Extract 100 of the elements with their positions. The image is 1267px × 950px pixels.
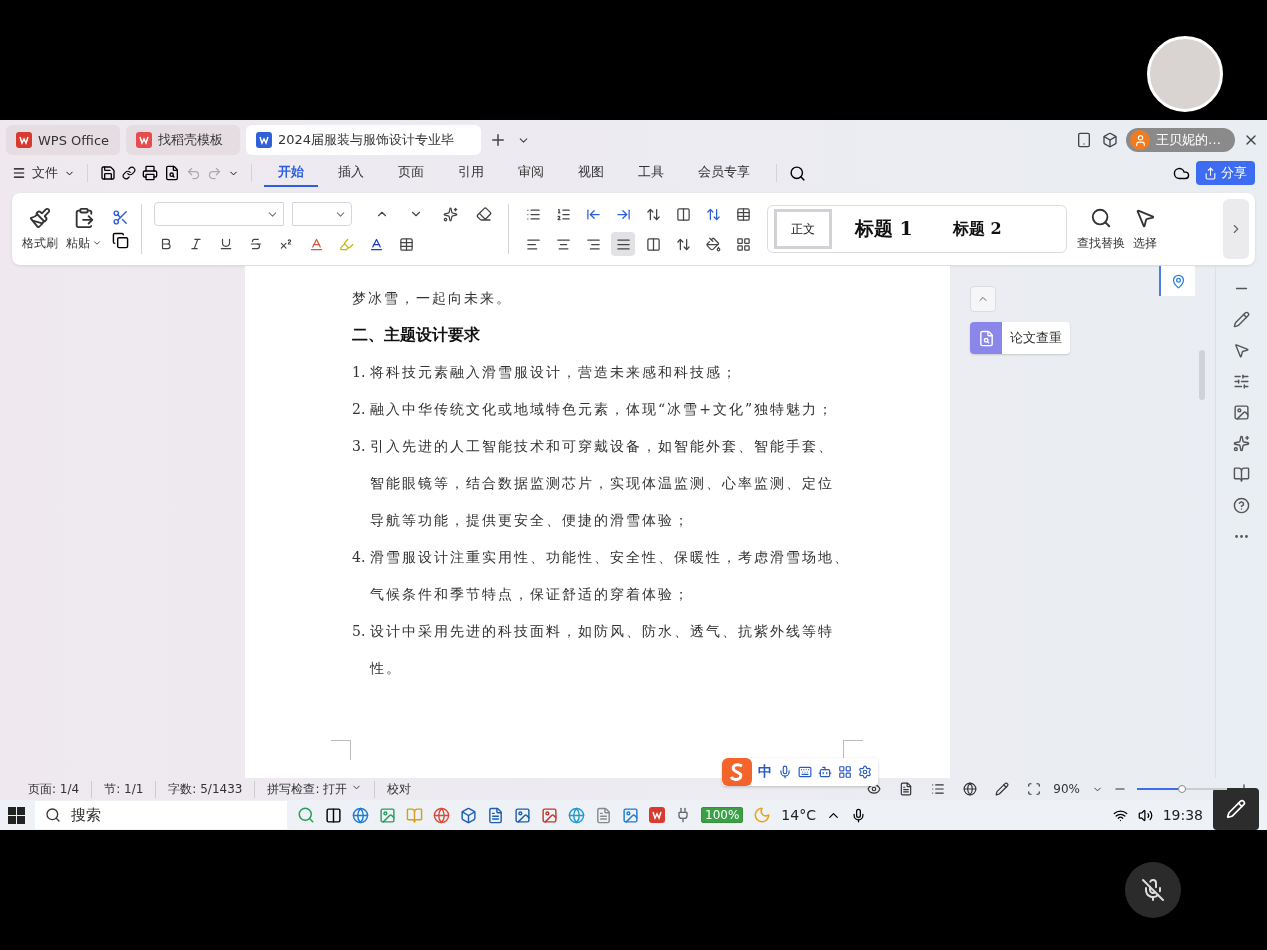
window-tab[interactable]: WPS Office — [6, 125, 120, 155]
list-item-line: 5. 设计中采用先进的科技面料，如防风、防水、透气、抗紫外线等特 — [352, 622, 835, 641]
copy-icon[interactable] — [112, 232, 129, 249]
photo-app-icon[interactable] — [514, 806, 531, 824]
word-count: 字数: 5/1433 — [156, 780, 256, 798]
ime-mode[interactable]: 中 — [758, 763, 772, 781]
scrollbar-thumb[interactable] — [1199, 350, 1205, 400]
list-item-line: 性。 — [368, 659, 403, 678]
search-field[interactable]: 搜索 — [35, 801, 287, 829]
cube-icon[interactable] — [1102, 132, 1118, 148]
align-icon — [525, 236, 541, 252]
outline-icon[interactable] — [931, 782, 946, 796]
user-name: 王贝妮的… — [1156, 131, 1221, 149]
search-icon — [45, 807, 61, 823]
paper-check-button[interactable]: 论文查重 — [970, 322, 1070, 354]
list-item-line: 气候条件和季节特点，保证舒适的穿着体验； — [369, 585, 691, 604]
file-menu[interactable]: 文件 — [32, 164, 58, 182]
window-tab[interactable]: 找稻壳模板 — [126, 125, 240, 155]
ribbon-tab[interactable]: 视图 — [564, 159, 618, 187]
list-item-line: 4. 滑雪服设计注重实用性、功能性、安全性、保暖性，考虑滑雪场地、 — [352, 548, 851, 567]
printer-icon[interactable] — [142, 165, 158, 181]
image-icon[interactable] — [1233, 404, 1250, 421]
paste-button[interactable]: 粘贴 — [62, 204, 106, 254]
wps-taskbar-icon[interactable] — [649, 807, 665, 823]
wifi-icon[interactable] — [1112, 807, 1128, 823]
menu-icon[interactable] — [12, 166, 26, 180]
sliders-icon[interactable] — [1233, 373, 1250, 390]
weather-temperature[interactable]: 14°C — [781, 807, 816, 823]
ribbon-tab[interactable]: 会员专享 — [684, 159, 764, 187]
search-icon[interactable] — [789, 164, 806, 182]
search-icon — [1090, 206, 1112, 229]
browser-icon[interactable] — [352, 806, 369, 824]
share-icon — [1204, 166, 1217, 180]
style-option[interactable]: 正文 — [774, 209, 832, 249]
edit-button[interactable] — [1213, 788, 1259, 830]
pencil-icon[interactable] — [995, 782, 1010, 796]
align-icon — [555, 236, 571, 252]
format-painter-button[interactable]: 格式刷 — [18, 204, 62, 254]
sparkles-icon[interactable] — [1233, 435, 1250, 452]
moon-icon — [753, 806, 772, 824]
ribbon-tab[interactable]: 开始 — [264, 159, 318, 187]
new-tab-icon[interactable] — [489, 131, 507, 149]
find-replace-button[interactable]: 查找替换 — [1073, 204, 1129, 254]
book-icon[interactable] — [1233, 466, 1250, 483]
windows-start-icon[interactable] — [8, 806, 25, 824]
tab-title: 2024届服装与服饰设计专业毕 — [278, 131, 455, 149]
slider-thumb[interactable] — [1178, 785, 1186, 793]
style-option[interactable]: 标题 2 — [935, 209, 1019, 249]
mic-icon[interactable] — [850, 807, 866, 823]
task-view-icon[interactable] — [325, 806, 342, 824]
print-preview-icon[interactable] — [164, 165, 180, 181]
style-option[interactable]: 标题 1 — [838, 209, 930, 249]
ribbon-tab[interactable]: 页面 — [384, 159, 438, 187]
spell-check-toggle[interactable]: 拼写检查: 打开 — [255, 780, 376, 798]
share-button[interactable]: 分享 — [1196, 161, 1255, 185]
list-item-line: 1. 将科技元素融入滑雪服设计，营造未来感和科技感； — [352, 363, 739, 382]
clock[interactable]: 19:38 — [1162, 807, 1203, 823]
user-icon — [1133, 133, 1147, 147]
scissors-icon[interactable] — [112, 209, 129, 226]
battery-level: 100% — [701, 807, 744, 823]
robot-icon[interactable] — [818, 765, 832, 779]
dropdown-caret-icon — [92, 238, 102, 248]
page-view-icon[interactable] — [899, 782, 914, 796]
save-icon[interactable] — [100, 165, 116, 181]
volume-icon[interactable] — [1137, 807, 1153, 823]
ribbon-tab[interactable]: 插入 — [324, 159, 378, 187]
pencil-icon[interactable] — [1233, 311, 1250, 328]
keyboard-icon[interactable] — [798, 765, 812, 779]
eye-icon[interactable] — [867, 782, 882, 796]
list-item-line: 3. 引入先进的人工智能技术和可穿戴设备，如智能外套、智能手套、 — [352, 437, 835, 456]
ribbon-tab[interactable]: 审阅 — [504, 159, 558, 187]
fit-page-icon[interactable] — [1027, 782, 1042, 796]
pointer-icon[interactable] — [1233, 342, 1250, 359]
grid-icon[interactable] — [838, 765, 852, 779]
photo-app-icon[interactable] — [622, 806, 639, 824]
browser-icon[interactable] — [568, 806, 585, 824]
select-button[interactable]: 选择 — [1129, 204, 1161, 254]
settings-icon[interactable] — [858, 765, 872, 779]
file-icon[interactable] — [595, 806, 612, 824]
section-count: 节: 1/1 — [92, 780, 157, 798]
ribbon-tab[interactable]: 工具 — [624, 159, 678, 187]
tablet-icon[interactable] — [1076, 132, 1092, 148]
zoom-level[interactable]: 90% — [1041, 782, 1092, 796]
muted-mic-button[interactable] — [1125, 862, 1181, 918]
globe-icon[interactable] — [963, 782, 978, 796]
list-item-line: 2. 融入中华传统文化或地域特色元素，体现“冰雪+文化”独特魅力； — [352, 400, 836, 419]
help-icon[interactable] — [1233, 497, 1250, 514]
browser-icon[interactable] — [433, 806, 450, 824]
ribbon-tab[interactable]: 引用 — [444, 159, 498, 187]
window-tab[interactable]: 2024届服装与服饰设计专业毕 — [246, 125, 481, 155]
clipboard-icon — [73, 206, 95, 229]
align-button[interactable] — [611, 232, 635, 256]
tab-title: WPS Office — [38, 132, 110, 148]
link-icon[interactable] — [122, 166, 136, 180]
pencil-icon — [1226, 799, 1246, 819]
list-item-line: 导航等功能，提供更安全、便捷的滑雪体验； — [369, 511, 691, 530]
nav-pin[interactable] — [1159, 266, 1195, 296]
app-logo-icon — [16, 132, 32, 148]
proofread-link[interactable]: 校对 — [375, 780, 424, 798]
pin-icon — [1170, 273, 1186, 289]
